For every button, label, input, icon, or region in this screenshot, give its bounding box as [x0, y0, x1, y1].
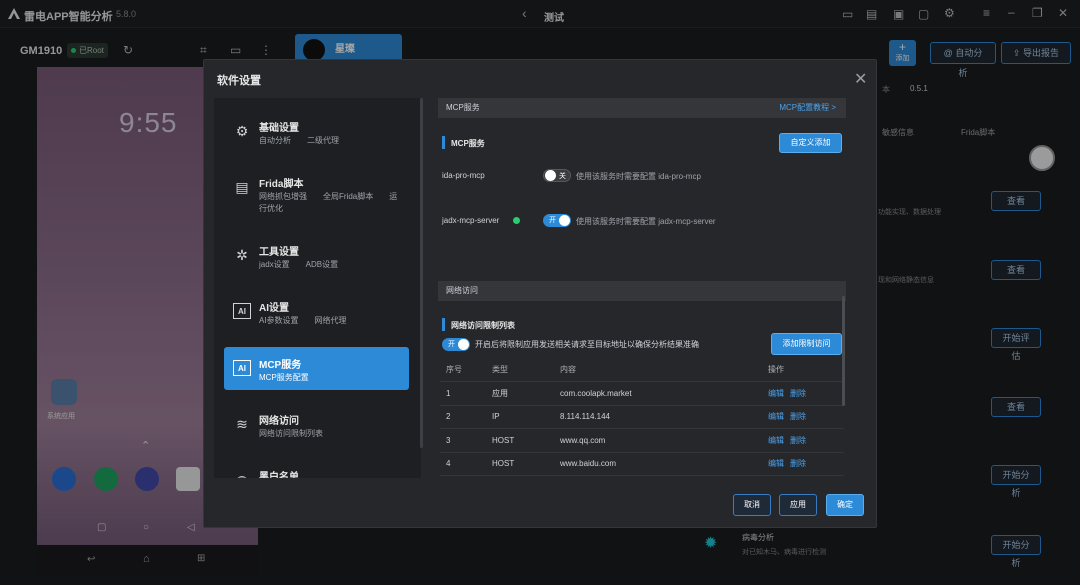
column-header: 操作 — [762, 358, 844, 382]
network-section-header: 网络访问 — [438, 281, 846, 301]
ok-button[interactable]: 确定 — [826, 494, 864, 516]
edit-link[interactable]: 编辑 — [768, 459, 784, 468]
edit-link[interactable]: 编辑 — [768, 412, 784, 421]
table-header-row: 序号 类型 内容 操作 — [440, 358, 844, 382]
column-header: 类型 — [486, 358, 554, 382]
gear-icon: ⚙ — [235, 123, 249, 139]
cell-actions: 编辑 删除 — [762, 381, 844, 406]
settings-content: MCP服务 MCP配置教程 > MCP服务 自定义添加 ida-pro-mcp … — [424, 98, 860, 478]
cell-actions: 编辑 删除 — [762, 405, 844, 429]
edit-link[interactable]: 编辑 — [768, 436, 784, 445]
sidebar-item-tools[interactable]: ✲ 工具设置 jadx设置 ADB设置 — [224, 234, 409, 277]
tools-icon: ✲ — [236, 247, 248, 263]
cell-no: 1 — [440, 381, 486, 406]
cell-content: www.qq.com — [554, 428, 762, 453]
sidebar-item-subtitle: 网络抓包增强 全局Frida脚本 运行优化 — [259, 192, 398, 213]
sidebar-item-title: MCP服务 — [259, 360, 302, 371]
delete-link[interactable]: 删除 — [790, 389, 806, 398]
ai-icon: AI — [233, 303, 251, 319]
sidebar-item-subtitle: 自动分析 二级代理 — [259, 136, 339, 145]
sidebar-item-network[interactable]: ≋ 网络访问 网络访问限制列表 — [224, 403, 409, 446]
sidebar-item-title: Frida脚本 — [259, 179, 304, 190]
table-row: 4 HOST www.baidu.com 编辑 删除 — [440, 452, 844, 476]
sidebar-item-title: 基础设置 — [259, 123, 299, 134]
section-marker — [442, 318, 445, 331]
column-header: 序号 — [440, 358, 486, 382]
toggle-knob — [559, 215, 570, 226]
network-restrict-toggle[interactable]: 开 — [442, 338, 470, 351]
dialog-title: 软件设置 — [217, 75, 261, 87]
mcp-service-name: jadx-mcp-server — [442, 216, 500, 225]
cell-type: HOST — [486, 428, 554, 453]
custom-add-button[interactable]: 自定义添加 — [779, 133, 842, 153]
toggle-label: 开 — [448, 341, 455, 348]
cell-type: IP — [486, 405, 554, 429]
settings-dialog: 软件设置 ✕ ⚙ 基础设置 自动分析 二级代理 ▤ Frida脚本 网络抓包增强… — [203, 59, 877, 528]
add-restriction-button[interactable]: 添加限制访问 — [771, 333, 842, 355]
mcp-service-hint: 使用该服务时需要配置 ida-pro-mcp — [576, 172, 701, 181]
mcp-service-toggle[interactable]: 关 — [543, 169, 571, 182]
mcp-service-hint: 使用该服务时需要配置 jadx-mcp-server — [576, 217, 716, 226]
column-header: 内容 — [554, 358, 762, 382]
edit-link[interactable]: 编辑 — [768, 389, 784, 398]
delete-link[interactable]: 删除 — [790, 436, 806, 445]
section-marker — [442, 136, 445, 149]
cell-actions: 编辑 删除 — [762, 428, 844, 453]
cell-type: HOST — [486, 452, 554, 476]
sidebar-item-subtitle: AI参数设置 网络代理 — [259, 316, 347, 325]
delete-link[interactable]: 删除 — [790, 459, 806, 468]
sidebar-item-frida[interactable]: ▤ Frida脚本 网络抓包增强 全局Frida脚本 运行优化 — [224, 166, 409, 216]
table-row: 3 HOST www.qq.com 编辑 删除 — [440, 428, 844, 453]
cell-content: com.coolapk.market — [554, 381, 762, 406]
wifi-icon: ≋ — [236, 416, 248, 432]
cell-content: www.baidu.com — [554, 452, 762, 476]
cell-type: 应用 — [486, 381, 554, 406]
apply-button[interactable]: 应用 — [779, 494, 817, 516]
toggle-knob — [458, 339, 469, 350]
cell-no: 3 — [440, 428, 486, 453]
sidebar-item-mcp[interactable]: AI MCP服务 MCP服务配置 — [224, 347, 409, 390]
cell-no: 4 — [440, 452, 486, 476]
script-icon: ▤ — [235, 179, 249, 195]
delete-link[interactable]: 删除 — [790, 412, 806, 421]
close-icon[interactable]: ✕ — [854, 69, 867, 89]
mcp-section-header: MCP服务 MCP配置教程 > — [438, 98, 846, 118]
mcp-header-label: MCP服务 — [446, 103, 480, 112]
sidebar-item-subtitle: 网络访问限制列表 — [259, 429, 323, 438]
sidebar-item-title: 网络访问 — [259, 416, 299, 427]
sidebar-item-title: AI设置 — [259, 303, 289, 314]
mcp-tutorial-link[interactable]: MCP配置教程 > — [779, 98, 836, 118]
ai-icon: AI — [233, 360, 251, 376]
cancel-button[interactable]: 取消 — [733, 494, 771, 516]
network-section-title: 网络访问限制列表 — [451, 321, 515, 330]
list-icon: ◍ — [233, 472, 251, 478]
network-restriction-table: 序号 类型 内容 操作 1 应用 com.coolapk.market 编辑 删除… — [440, 358, 844, 476]
mcp-service-toggle[interactable]: 开 — [543, 214, 571, 227]
sidebar-item-basic[interactable]: ⚙ 基础设置 自动分析 二级代理 — [224, 110, 409, 153]
sidebar-item-blacklist[interactable]: ◍ 黑白名单 — [224, 459, 409, 478]
sidebar-item-ai[interactable]: AI AI设置 AI参数设置 网络代理 — [224, 290, 409, 333]
toggle-knob — [545, 170, 556, 181]
sidebar-item-subtitle: jadx设置 ADB设置 — [259, 260, 339, 269]
sidebar-item-title: 工具设置 — [259, 247, 299, 258]
table-row: 1 应用 com.coolapk.market 编辑 删除 — [440, 381, 844, 406]
content-scrollbar[interactable] — [842, 296, 845, 406]
sidebar-item-title: 黑白名单 — [259, 472, 299, 478]
running-status-dot — [513, 217, 520, 224]
table-row: 2 IP 8.114.114.144 编辑 删除 — [440, 405, 844, 429]
mcp-section-title: MCP服务 — [451, 139, 485, 148]
toggle-label: 开 — [549, 217, 556, 224]
toggle-label: 关 — [559, 173, 566, 180]
settings-sidebar: ⚙ 基础设置 自动分析 二级代理 ▤ Frida脚本 网络抓包增强 全局Frid… — [214, 98, 421, 478]
sidebar-scrollbar[interactable] — [420, 98, 423, 448]
cell-no: 2 — [440, 405, 486, 429]
cell-actions: 编辑 删除 — [762, 452, 844, 476]
network-toggle-hint: 开启后将限制应用发送相关请求至目标地址以确保分析结果准确 — [475, 340, 699, 349]
network-header-label: 网络访问 — [446, 286, 478, 295]
sidebar-item-subtitle: MCP服务配置 — [259, 373, 309, 382]
cell-content: 8.114.114.144 — [554, 405, 762, 429]
mcp-service-name: ida-pro-mcp — [442, 171, 485, 180]
